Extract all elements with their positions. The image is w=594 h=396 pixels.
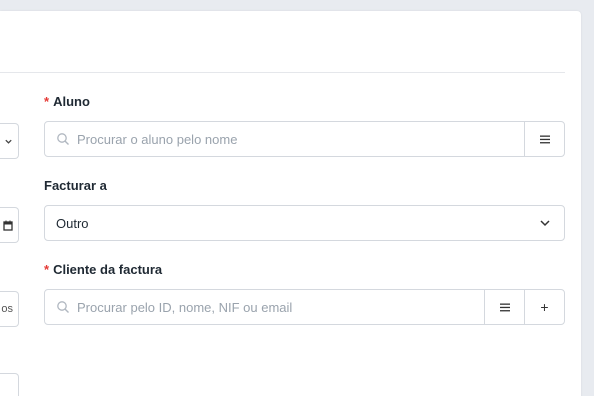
cliente-search-field[interactable]: Procurar pelo ID, nome, NIF ou email + (44, 289, 565, 325)
form-card: os * Aluno Procurar o aluno pelo nome Fac… (0, 11, 581, 396)
facturar-a-value-area: Outro (45, 206, 526, 240)
cliente-label-text: Cliente da factura (53, 262, 163, 277)
list-icon (539, 135, 550, 143)
facturar-a-label-text: Facturar a (44, 178, 107, 193)
cliente-placeholder: Procurar pelo ID, nome, NIF ou email (77, 299, 293, 315)
cliente-search-input[interactable]: Procurar pelo ID, nome, NIF ou email (45, 290, 484, 324)
left-field-bottom-fragment[interactable] (0, 373, 19, 396)
aluno-placeholder: Procurar o aluno pelo nome (77, 131, 238, 147)
chevron-down-icon (5, 139, 12, 144)
search-icon (57, 301, 69, 313)
calendar-icon (3, 220, 13, 231)
list-icon (499, 303, 510, 311)
cliente-add-button[interactable]: + (524, 290, 564, 324)
search-icon (57, 133, 69, 145)
left-field-text-fragment[interactable]: os (0, 291, 19, 327)
left-field-text: os (1, 303, 13, 315)
required-marker: * (44, 94, 50, 109)
chevron-down-icon (540, 220, 550, 227)
left-field-select-fragment[interactable] (0, 123, 19, 159)
facturar-a-label: Facturar a (44, 178, 107, 193)
aluno-list-button[interactable] (524, 122, 564, 156)
aluno-search-input[interactable]: Procurar o aluno pelo nome (45, 122, 524, 156)
plus-icon: + (540, 299, 549, 315)
required-marker: * (44, 262, 50, 277)
facturar-a-select[interactable]: Outro (44, 205, 565, 241)
aluno-label: * Aluno (44, 94, 90, 109)
cliente-list-button[interactable] (484, 290, 524, 324)
aluno-search-field[interactable]: Procurar o aluno pelo nome (44, 121, 565, 157)
aluno-label-text: Aluno (53, 94, 90, 109)
cliente-label: * Cliente da factura (44, 262, 162, 277)
facturar-a-chevron[interactable] (526, 206, 564, 240)
header-divider (0, 72, 565, 73)
facturar-a-selected-value: Outro (56, 215, 89, 231)
left-field-date-fragment[interactable] (0, 207, 19, 243)
